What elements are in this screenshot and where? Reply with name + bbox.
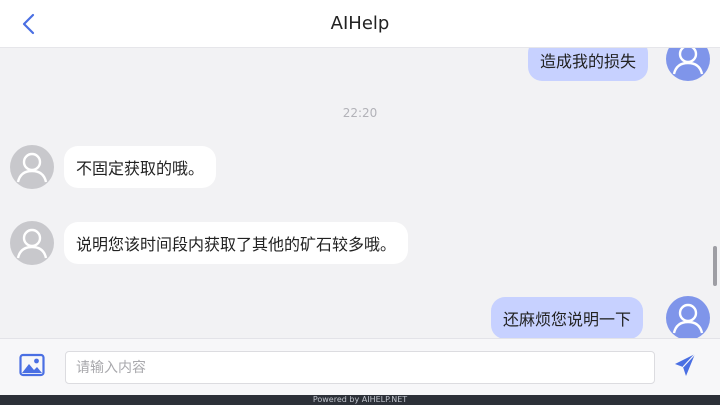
agent-avatar	[10, 221, 54, 265]
message-text: 不固定获取的哦。	[76, 159, 205, 178]
message-text: 说明您该时间段内获取了其他的矿石较多哦。	[76, 235, 397, 254]
message-bubble-agent: 不固定获取的哦。	[64, 146, 217, 188]
message-input[interactable]	[65, 351, 655, 384]
image-icon	[19, 353, 45, 377]
message-text: 还麻烦您说明一下	[503, 310, 632, 329]
message-timestamp: 22:20	[342, 106, 378, 120]
user-avatar-icon	[672, 48, 704, 75]
page-title: AIHelp	[330, 13, 390, 34]
agent-avatar	[10, 145, 54, 189]
send-button[interactable]	[672, 352, 698, 378]
agent-avatar-icon	[16, 228, 48, 259]
powered-by-text: Powered by AIHELP.NET	[312, 395, 408, 404]
message-text: 造成我的损失	[540, 52, 637, 71]
back-icon	[22, 13, 35, 35]
image-upload-button[interactable]	[19, 353, 45, 377]
user-avatar-icon	[672, 303, 704, 334]
agent-avatar-icon	[16, 152, 48, 183]
user-avatar	[666, 48, 710, 81]
message-bubble-agent: 说明您该时间段内获取了其他的矿石较多哦。	[64, 222, 409, 264]
chat-area[interactable]: 造成我的损失 22:20 不固定获取的哦。 说明您该时间段内获取了其他的矿石较多…	[0, 48, 720, 338]
message-bubble-user: 造成我的损失	[528, 48, 649, 81]
send-icon	[675, 353, 696, 376]
message-bubble-user: 还麻烦您说明一下	[491, 297, 644, 338]
back-button[interactable]	[14, 10, 42, 38]
scrollbar-thumb[interactable]	[713, 246, 717, 286]
header-bar: AIHelp	[0, 0, 720, 48]
user-avatar	[666, 296, 710, 338]
input-bar	[0, 338, 720, 395]
footer-bar: Powered by AIHELP.NET	[0, 395, 720, 405]
